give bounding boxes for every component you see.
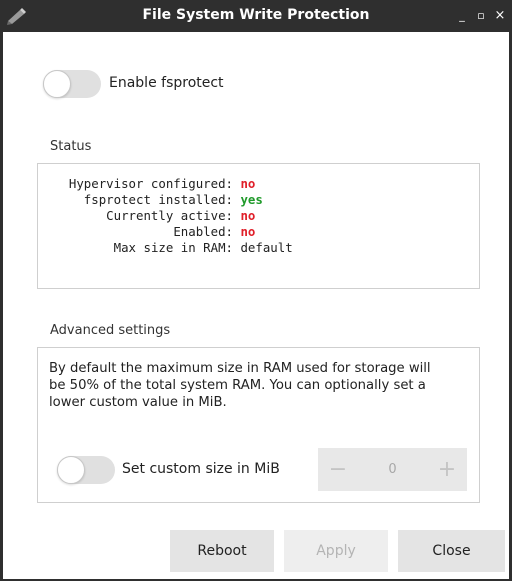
increment-button[interactable]: + [427,448,467,491]
status-key: Max size in RAM: [113,240,233,255]
custom-size-label: Set custom size in MiB [122,461,280,477]
status-row-installed: fsprotect installed: yes [50,192,293,208]
advanced-section-title: Advanced settings [50,323,171,338]
advanced-settings-box: By default the maximum size in RAM used … [37,347,480,503]
status-key: fsprotect installed: [83,192,233,207]
window-title: File System Write Protection [142,7,370,23]
custom-size-stepper[interactable]: − 0 + [318,448,467,491]
status-row-enabled: Enabled: no [50,224,293,240]
apply-button[interactable]: Apply [284,530,388,572]
status-row-max-size: Max size in RAM: default [50,240,293,256]
decrement-button[interactable]: − [318,448,358,491]
status-box: Hypervisor configured: no fsprotect inst… [37,163,480,289]
toggle-knob [57,456,85,484]
close-button[interactable]: Close [398,530,505,572]
status-value: default [240,240,293,255]
minimize-button[interactable]: _ [455,9,469,23]
status-row-active: Currently active: no [50,208,293,224]
status-section-title: Status [50,139,92,154]
status-key: Enabled: [173,224,233,239]
reboot-button[interactable]: Reboot [170,530,274,572]
toggle-knob [43,70,71,98]
custom-size-value[interactable]: 0 [358,448,427,491]
status-value: no [240,208,256,223]
status-list: Hypervisor configured: no fsprotect inst… [50,176,293,256]
advanced-description: By default the maximum size in RAM used … [49,361,431,410]
status-key: Currently active: [106,208,233,223]
status-value: no [240,224,256,239]
custom-size-toggle[interactable] [57,456,115,484]
status-value: no [240,176,256,191]
maximize-button[interactable]: ▫ [474,9,488,23]
status-value: yes [240,192,263,207]
status-row-hypervisor: Hypervisor configured: no [50,176,293,192]
window-border-left [0,32,3,581]
window-titlebar[interactable]: File System Write Protection _ ▫ × [0,0,512,32]
enable-fsprotect-label: Enable fsprotect [109,75,224,91]
close-window-button[interactable]: × [493,9,507,23]
status-key: Hypervisor configured: [68,176,233,191]
enable-fsprotect-toggle[interactable] [43,70,101,98]
